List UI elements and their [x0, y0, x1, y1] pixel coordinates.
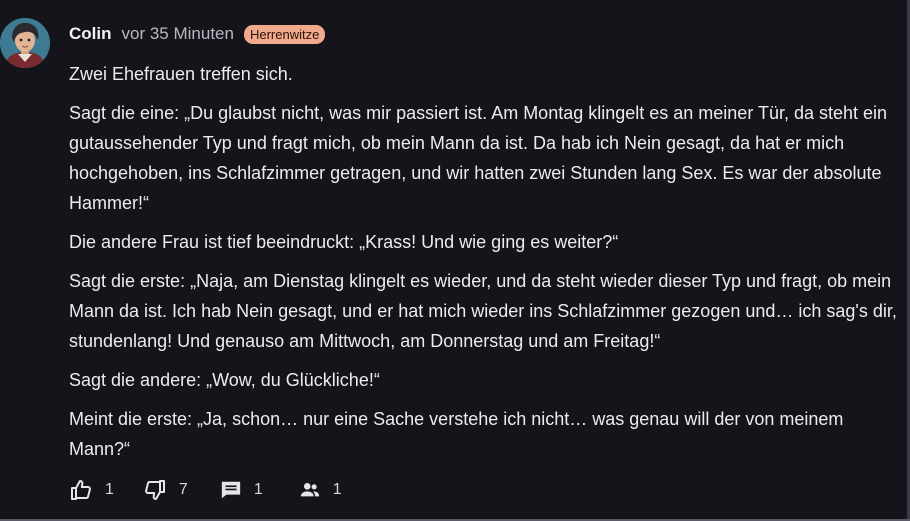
- thumbs-down-icon: [143, 478, 167, 502]
- post-body: Zwei Ehefrauen treffen sich. Sagt die ei…: [69, 59, 907, 473]
- paragraph: Sagt die eine: „Du glaubst nicht, was mi…: [69, 103, 888, 213]
- paragraph: Zwei Ehefrauen treffen sich.: [69, 64, 293, 84]
- downvote-button[interactable]: 7: [143, 478, 188, 502]
- post-time: vor 35 Minuten: [121, 24, 234, 43]
- comments-button[interactable]: 1: [220, 479, 263, 501]
- paragraph: Sagt die erste: „Naja, am Dienstag kling…: [69, 271, 897, 351]
- comment-icon: [220, 479, 242, 501]
- action-bar: 1 7 1 1: [69, 478, 342, 502]
- paragraph: Die andere Frau ist tief beeindruckt: „K…: [69, 232, 619, 252]
- upvote-button[interactable]: 1: [69, 478, 114, 502]
- followers-button[interactable]: 1: [299, 479, 342, 501]
- post-header: Colin vor 35 Minuten Herrenwitze: [69, 22, 326, 46]
- paragraph: Meint die erste: „Ja, schon… nur eine Sa…: [69, 409, 844, 459]
- followers-count: 1: [332, 481, 342, 498]
- thumbs-up-icon: [69, 478, 93, 502]
- downvote-count: 7: [178, 481, 188, 498]
- users-icon: [299, 479, 321, 501]
- category-tag[interactable]: Herrenwitze: [243, 24, 326, 44]
- upvote-count: 1: [105, 481, 114, 498]
- author-name[interactable]: Colin: [69, 24, 112, 44]
- joke-post: Colin vor 35 Minuten Herrenwitze Zwei Eh…: [0, 0, 910, 521]
- comment-count: 1: [253, 481, 263, 498]
- avatar[interactable]: [0, 18, 50, 68]
- paragraph: Sagt die andere: „Wow, du Glückliche!“: [69, 370, 380, 390]
